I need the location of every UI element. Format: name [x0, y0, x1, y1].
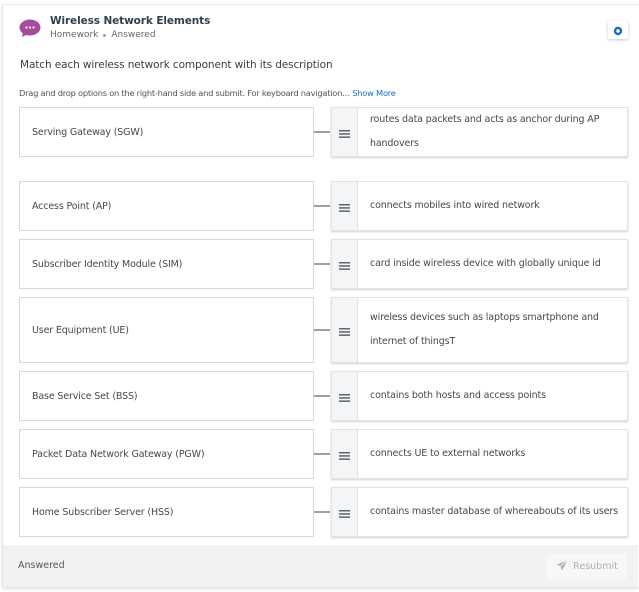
connector-line — [314, 263, 330, 265]
drag-handle[interactable] — [332, 240, 358, 288]
resubmit-label: Resubmit — [573, 561, 618, 572]
description-draggable[interactable]: contains both hosts and access points — [331, 371, 628, 421]
term-label: Serving Gateway (SGW) — [32, 126, 144, 138]
resubmit-button[interactable]: Resubmit — [547, 554, 627, 579]
drag-handle[interactable] — [332, 108, 358, 156]
drag-handle-icon — [339, 503, 350, 522]
description-draggable[interactable]: card inside wireless device with globall… — [331, 239, 628, 289]
term-box: Packet Data Network Gateway (PGW) — [19, 429, 314, 479]
description-draggable[interactable]: contains master database of whereabouts … — [331, 487, 628, 537]
description-label: wireless devices such as laptops smartph… — [370, 312, 599, 347]
drag-handle[interactable] — [332, 430, 358, 478]
term-label: Home Subscriber Server (HSS) — [32, 506, 174, 518]
description-label: contains both hosts and access points — [370, 390, 546, 401]
match-row: Serving Gateway (SGW) routes data packets… — [3, 107, 639, 157]
description-draggable[interactable]: connects UE to external networks — [331, 429, 628, 479]
instructions-text: Drag and drop options on the right-hand … — [19, 88, 350, 98]
category-label: Homework — [50, 30, 99, 40]
question-prompt: Match each wireless network component wi… — [20, 59, 333, 71]
term-label: Access Point (AP) — [32, 200, 112, 212]
connector-line — [314, 131, 330, 133]
footer-status: Answered — [18, 560, 65, 571]
connector-line — [314, 453, 330, 455]
drag-handle[interactable] — [332, 298, 358, 362]
term-box: User Equipment (UE) — [19, 297, 314, 363]
description-draggable[interactable]: routes data packets and acts as anchor d… — [331, 107, 628, 157]
record-icon — [613, 21, 623, 40]
record-button[interactable] — [608, 21, 628, 39]
drag-handle-icon — [339, 321, 350, 340]
connector-line — [314, 205, 330, 207]
term-box: Access Point (AP) — [19, 181, 314, 231]
description-draggable[interactable]: connects mobiles into wired network — [331, 181, 628, 231]
drag-handle[interactable] — [332, 372, 358, 420]
term-label: User Equipment (UE) — [32, 324, 129, 336]
description-label: contains master database of whereabouts … — [370, 506, 618, 517]
description-label: connects UE to external networks — [370, 448, 526, 459]
question-meta: Homework Answered — [50, 30, 156, 40]
match-row: Packet Data Network Gateway (PGW) connect… — [3, 429, 639, 479]
description-label: card inside wireless device with globall… — [370, 258, 601, 269]
match-row: Home Subscriber Server (HSS) contains mas… — [3, 487, 639, 537]
term-box: Serving Gateway (SGW) — [19, 107, 314, 157]
drag-handle-icon — [339, 255, 350, 274]
question-title: Wireless Network Elements — [50, 15, 211, 27]
connector-line — [314, 329, 330, 331]
separator-dot — [103, 33, 107, 37]
term-label: Packet Data Network Gateway (PGW) — [32, 448, 205, 460]
term-label: Base Service Set (BSS) — [32, 390, 138, 402]
match-row: Base Service Set (BSS) contains both host… — [3, 371, 639, 421]
term-label: Subscriber Identity Module (SIM) — [32, 258, 183, 270]
match-row: Access Point (AP) connects mobiles into w… — [3, 181, 639, 231]
term-box: Base Service Set (BSS) — [19, 371, 314, 421]
instructions: Drag and drop options on the right-hand … — [19, 88, 396, 98]
drag-handle-icon — [339, 387, 350, 406]
description-label: connects mobiles into wired network — [370, 200, 540, 211]
term-box: Subscriber Identity Module (SIM) — [19, 239, 314, 289]
chat-bubble-icon — [19, 19, 41, 38]
drag-handle-icon — [339, 123, 350, 142]
connector-line — [314, 395, 330, 397]
drag-handle-icon — [339, 445, 350, 464]
match-row: User Equipment (UE) wireless devices such… — [3, 297, 639, 363]
drag-handle[interactable] — [332, 182, 358, 230]
description-draggable[interactable]: wireless devices such as laptops smartph… — [331, 297, 628, 363]
status-label: Answered — [111, 30, 156, 40]
description-label: routes data packets and acts as anchor d… — [370, 114, 600, 149]
drag-handle-icon — [339, 197, 350, 216]
term-box: Home Subscriber Server (HSS) — [19, 487, 314, 537]
match-row: Subscriber Identity Module (SIM) card ins… — [3, 239, 639, 289]
drag-handle[interactable] — [332, 488, 358, 536]
question-card: Wireless Network Elements Homework Answe… — [2, 4, 639, 587]
send-icon — [556, 559, 568, 574]
connector-line — [314, 511, 330, 513]
footer-bar: Answered Resubmit — [3, 545, 638, 587]
show-more-link[interactable]: Show More — [352, 88, 396, 98]
